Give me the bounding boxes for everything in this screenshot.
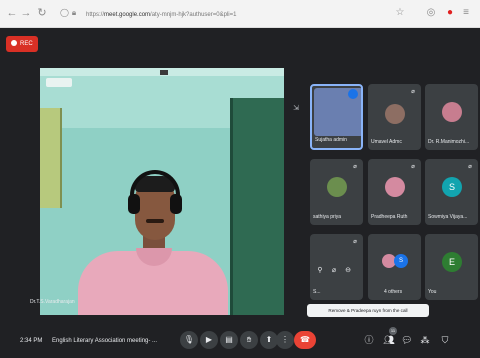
recording-indicator: REC (6, 36, 38, 52)
pin-icon[interactable]: ⇲ (292, 104, 300, 114)
headphone-right (170, 194, 182, 214)
participant-photo (442, 102, 462, 122)
mic-off-icon: ⌀ (353, 239, 357, 245)
chat-icon[interactable]: 💬︎ (400, 332, 414, 348)
forward-icon[interactable]: → (20, 7, 32, 19)
microphone-icon[interactable]: 🎙︎ (180, 331, 198, 349)
participant-avatar: S (394, 254, 408, 268)
participant-name: 4 others (384, 289, 403, 295)
participant-photo (385, 177, 405, 197)
remove-tooltip: Remove & Pradeepa ruyn from the call (307, 304, 429, 317)
participant-tile[interactable]: ⌀ S Sowmiya Vijaya... (425, 159, 478, 225)
participant-tile[interactable]: ⌀ Pradheepa Ruth (368, 159, 421, 225)
speaking-indicator-icon (348, 89, 358, 99)
host-controls-icon[interactable]: ⛉ (438, 332, 452, 348)
rec-label: REC (20, 41, 33, 47)
window (40, 108, 62, 208)
back-icon[interactable]: ← (6, 7, 18, 19)
participant-name: Umavel Admc (371, 139, 402, 145)
raise-hand-icon[interactable]: ✋︎ (240, 331, 258, 349)
participant-tile[interactable]: ⌀ sathiya priya (310, 159, 363, 225)
mute-icon[interactable]: ⌀ (328, 265, 340, 277)
participant-tile[interactable]: Dr. R.Manimozhi... (425, 84, 478, 150)
record-dot-icon (11, 39, 17, 46)
tile-hover-controls: ⚲ ⌀ ⊖ (314, 259, 360, 274)
meet-area: REC Dr.T.S.Varadharajan ⇲ Sujatha admin … (0, 28, 480, 358)
remove-icon[interactable]: ⊖ (342, 265, 354, 277)
end-call-button[interactable]: ☎︎ (294, 331, 316, 349)
presenter-name: Dr.T.S.Varadharajan (30, 299, 75, 305)
participant-count-badge: 11 (389, 327, 397, 335)
participant-name: Sowmiya Vijaya... (428, 214, 468, 220)
participant-name: Pradheepa Ruth (371, 214, 408, 220)
headphone-left (128, 194, 140, 214)
pocket-icon[interactable]: ◎ (425, 6, 437, 20)
bottom-toolbar: 2:34 PM English Literary Association mee… (0, 324, 480, 358)
participant-name: S... (313, 289, 321, 295)
shield-icon: ◯ (60, 8, 69, 17)
presenter-video[interactable] (40, 68, 284, 315)
url-prefix: https:// (86, 12, 105, 18)
bookmark-star-icon[interactable]: ☆ (394, 6, 406, 20)
participant-name: Sujatha admin (315, 137, 347, 143)
door (230, 98, 284, 315)
meeting-time: 2:34 PM (20, 338, 43, 344)
lock-icon: 🔒︎ (71, 8, 77, 17)
extension-icon[interactable]: ● (444, 6, 456, 20)
participant-photo (385, 104, 405, 124)
light-fixture (160, 70, 168, 75)
reload-icon[interactable]: ↻ (36, 7, 48, 19)
browser-toolbar: ← → ↻ ◯ 🔒︎ https://meet.google.com/aty-m… (0, 0, 480, 28)
activities-icon[interactable]: ⁂ (418, 332, 432, 348)
participant-tile[interactable]: E You (425, 234, 478, 300)
participant-tile[interactable]: Sujatha admin (310, 84, 363, 150)
menu-icon[interactable]: ≡ (460, 6, 472, 20)
more-options-icon[interactable]: ⋮ (276, 331, 294, 349)
camera-icon[interactable]: ▶ (200, 331, 218, 349)
mic-off-icon: ⌀ (353, 164, 357, 170)
info-icon[interactable]: ⓘ (362, 332, 376, 348)
url-suffix: /aty-mnjm-hjk?authuser=0&pli=1 (150, 12, 237, 18)
mic-off-icon: ⌀ (468, 164, 472, 170)
air-conditioner (46, 78, 72, 87)
participant-name: Dr. R.Manimozhi... (428, 139, 470, 145)
mic-off-icon: ⌀ (411, 164, 415, 170)
participant-tile[interactable]: ⌀ Umavel Admc (368, 84, 421, 150)
participant-photo (327, 177, 347, 197)
address-bar[interactable]: https://meet.google.com/aty-mnjm-hjk?aut… (86, 9, 326, 21)
participant-name: sathiya priya (313, 214, 342, 220)
participant-tile[interactable]: ⌀ ⚲ ⌀ ⊖ S... (310, 234, 363, 300)
participant-tile[interactable]: S 4 others (368, 234, 421, 300)
presenter-mustache (146, 219, 164, 223)
participant-avatar: S (442, 177, 462, 197)
captions-icon[interactable]: ▤ (220, 331, 238, 349)
url-host: meet.google.com (104, 12, 151, 18)
participant-avatar: E (442, 252, 462, 272)
mic-off-icon: ⌀ (411, 89, 415, 95)
participant-name: You (428, 289, 437, 295)
pin-icon[interactable]: ⚲ (314, 265, 326, 277)
meeting-title: English Literary Association meeting- ..… (52, 338, 158, 344)
